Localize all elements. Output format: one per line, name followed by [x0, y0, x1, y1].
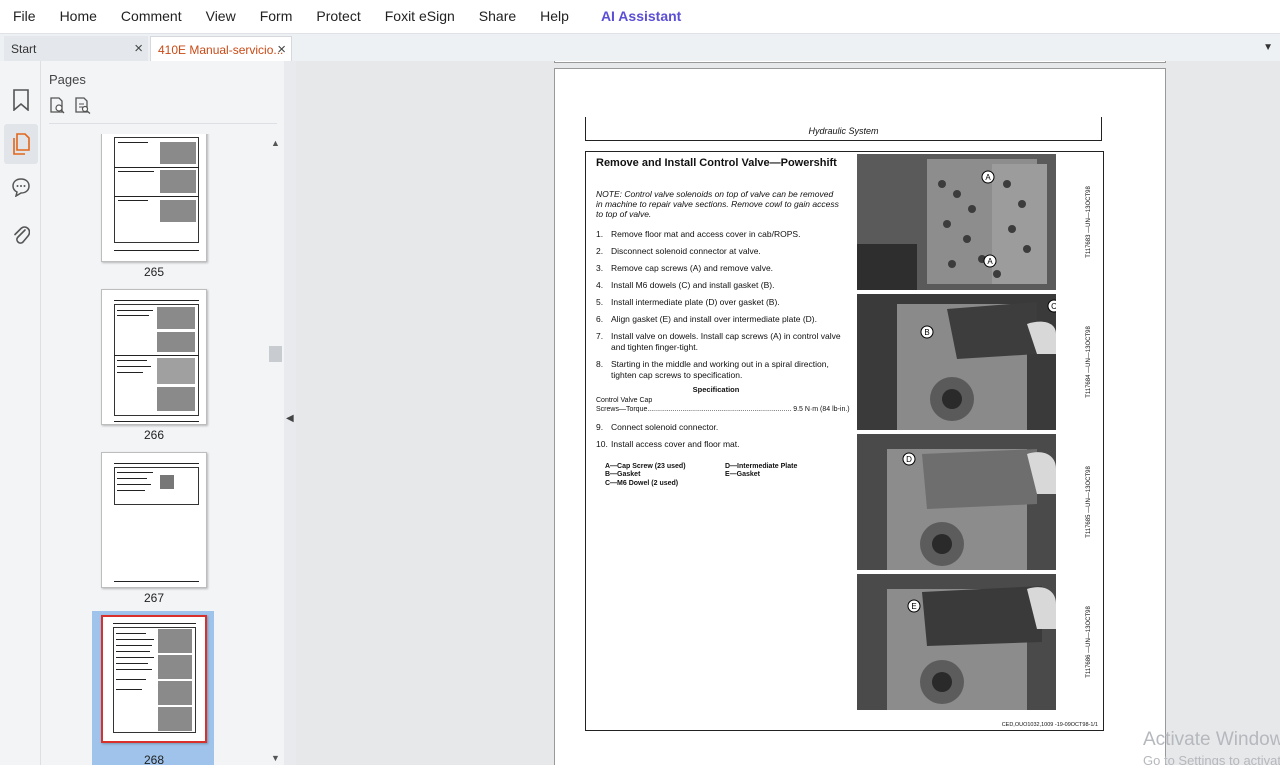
- document-reference-code: CED,OUO1032,1009 -19-09OCT98-1/1: [1001, 722, 1098, 728]
- scrollbar-thumb[interactable]: [269, 346, 282, 362]
- page-thumbnail-266[interactable]: [101, 289, 207, 425]
- page-number-label: 267: [143, 591, 165, 605]
- photo-label-b: B: [924, 328, 929, 337]
- collapse-arrow-icon[interactable]: ◀: [286, 413, 294, 424]
- valve-photo-2: B C: [857, 294, 1056, 430]
- step-number: 8.: [596, 359, 604, 369]
- comment-icon[interactable]: [4, 167, 38, 207]
- scroll-down-icon[interactable]: ▼: [271, 753, 280, 763]
- thumbnail-scrollbar[interactable]: ▲ ▼: [268, 134, 283, 765]
- pages-panel: Pages 265 266 267 268 ▲ ▼: [41, 61, 284, 765]
- specification-item: Control Valve Cap: [596, 397, 653, 404]
- specification-value: Screws—Torque...........................…: [596, 406, 850, 413]
- step-text: Remove floor mat and access cover in cab…: [611, 229, 801, 239]
- tab-document-label: 410E Manual-servicio...: [158, 43, 284, 57]
- activate-windows-subtext: Go to Settings to activate Windows.: [1143, 753, 1280, 765]
- menu-bar: File Home Comment View Form Protect Foxi…: [0, 0, 1280, 33]
- menu-help[interactable]: Help: [528, 0, 581, 33]
- page-zoom-icon[interactable]: [74, 97, 91, 119]
- page-thumbnail-268[interactable]: [101, 615, 207, 743]
- step-number: 10.: [596, 439, 608, 449]
- photo-caption: T117683 —UN—13OCT98: [1086, 186, 1092, 258]
- procedure-note: NOTE: Control valve solenoids on top of …: [596, 189, 839, 219]
- photo-label-a: A: [987, 257, 993, 266]
- step-number: 9.: [596, 422, 604, 432]
- step-text: Install intermediate plate (D) over gask…: [611, 297, 780, 307]
- step-text: Align gasket (E) and install over interm…: [611, 314, 817, 324]
- step-number: 7.: [596, 331, 604, 341]
- menu-home[interactable]: Home: [48, 0, 109, 33]
- menu-share[interactable]: Share: [467, 0, 528, 33]
- menu-form[interactable]: Form: [248, 0, 305, 33]
- photo-label-a: A: [985, 173, 991, 182]
- step-number: 3.: [596, 263, 604, 273]
- photo-caption: T117686 —UN—13OCT98: [1086, 606, 1092, 678]
- legend-b: B—Gasket: [605, 471, 641, 478]
- menu-comment[interactable]: Comment: [109, 0, 194, 33]
- page-options-icon[interactable]: [49, 97, 66, 119]
- specification-title: Specification: [692, 385, 740, 394]
- tab-start[interactable]: Start ×: [4, 36, 148, 62]
- section-title: Remove and Install Control Valve—Powersh…: [596, 157, 837, 169]
- tab-list-dropdown-icon[interactable]: ▼: [1263, 42, 1273, 53]
- photo-label-d: D: [906, 455, 912, 464]
- page-number-label: 266: [143, 428, 165, 442]
- step-text: Remove cap screws (A) and remove valve.: [611, 263, 774, 273]
- step-text: Starting in the middle and working out i…: [611, 359, 829, 380]
- scroll-up-icon[interactable]: ▲: [271, 138, 280, 148]
- step-number: 6.: [596, 314, 604, 324]
- tab-document[interactable]: 410E Manual-servicio... ×: [150, 36, 292, 62]
- menu-protect[interactable]: Protect: [304, 0, 372, 33]
- menu-file[interactable]: File: [0, 0, 48, 33]
- step-text: Install valve on dowels. Install cap scr…: [611, 331, 841, 352]
- close-icon[interactable]: ×: [134, 36, 143, 62]
- menu-ai-assistant[interactable]: AI Assistant: [589, 0, 693, 33]
- photo-caption: T117684 —UN—13OCT98: [1086, 326, 1092, 398]
- tab-start-label: Start: [11, 42, 37, 56]
- attachment-icon[interactable]: [4, 215, 38, 255]
- step-number: 4.: [596, 280, 604, 290]
- activate-windows-watermark: Activate Windows: [1143, 729, 1280, 750]
- close-icon[interactable]: ×: [277, 37, 286, 63]
- bookmark-icon[interactable]: [4, 80, 38, 120]
- step-text: Install access cover and floor mat.: [611, 439, 740, 449]
- menu-view[interactable]: View: [194, 0, 248, 33]
- step-number: 2.: [596, 246, 604, 256]
- step-number: 5.: [596, 297, 604, 307]
- panel-collapse-handle[interactable]: ◀: [284, 61, 296, 765]
- page-number-label: 265: [143, 265, 165, 279]
- step-text: Connect solenoid connector.: [611, 422, 719, 432]
- legend-e: E—Gasket: [725, 471, 761, 478]
- step-number: 1.: [596, 229, 604, 239]
- page-header-title: Hydraulic System: [808, 126, 879, 136]
- navigation-icon-strip: [0, 61, 41, 765]
- procedure-content: Remove and Install Control Valve—Powersh…: [585, 151, 1104, 731]
- panel-toolbar: [49, 97, 91, 119]
- valve-photo-3: D: [857, 434, 1056, 570]
- page-number-label: 268: [143, 753, 165, 765]
- menu-foxit-esign[interactable]: Foxit eSign: [373, 0, 467, 33]
- step-text: Install M6 dowels (C) and install gasket…: [611, 280, 775, 290]
- page-thumbnail-267[interactable]: [101, 452, 207, 588]
- photo-label-c: C: [1051, 302, 1056, 311]
- photo-label-e: E: [911, 602, 916, 611]
- panel-title: Pages: [49, 72, 86, 87]
- legend-c: C—M6 Dowel (2 used): [605, 480, 679, 487]
- valve-photo-1: A A: [857, 154, 1056, 290]
- page-thumbnail-265[interactable]: [101, 134, 207, 262]
- page-header-box: Hydraulic System: [585, 117, 1102, 141]
- valve-photo-4: E: [857, 574, 1056, 710]
- previous-page-edge: [554, 61, 1166, 63]
- step-text: Disconnect solenoid connector at valve.: [611, 246, 761, 256]
- document-tab-bar: Start × 410E Manual-servicio... × ▼: [0, 33, 1280, 62]
- panel-divider: [49, 123, 277, 124]
- foxit-app-window: File Home Comment View Form Protect Foxi…: [0, 0, 1280, 765]
- pdf-page: Hydraulic System Remove and Install Cont…: [554, 68, 1166, 765]
- photo-caption: T117685 —UN—13OCT98: [1086, 466, 1092, 538]
- thumbnail-list: 265 266 267 268: [41, 134, 269, 765]
- pages-icon[interactable]: [4, 124, 38, 164]
- document-view[interactable]: Hydraulic System Remove and Install Cont…: [296, 61, 1280, 765]
